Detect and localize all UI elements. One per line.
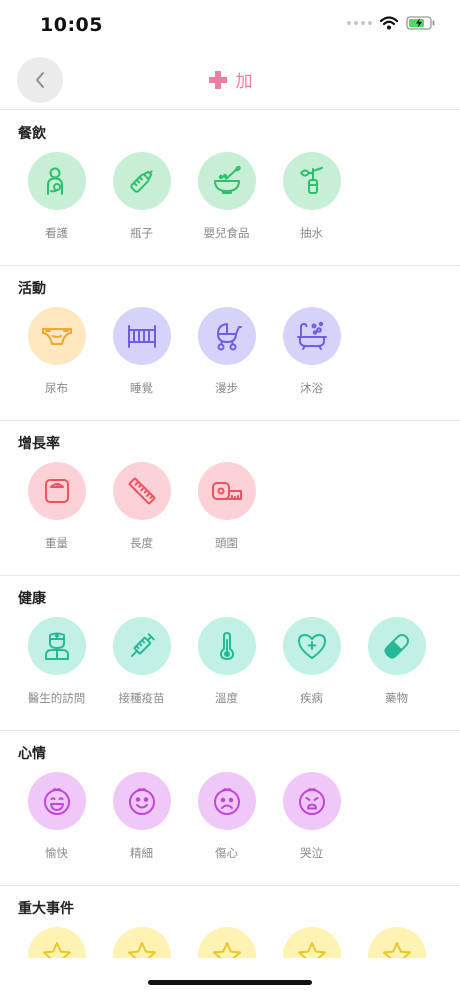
item-head-circumference[interactable]: 頭圍	[184, 462, 269, 551]
star-icon	[212, 942, 241, 958]
diaper-icon	[41, 328, 72, 345]
item-diaper[interactable]: 尿布	[14, 307, 99, 396]
baby-food-icon	[213, 165, 241, 194]
syringe-icon	[130, 633, 155, 657]
crying-face-icon	[298, 788, 325, 815]
tape-measure-icon	[211, 482, 242, 500]
item-label: 藥物	[385, 691, 408, 705]
section-title: 增長率	[18, 436, 60, 452]
item-doctor-visit[interactable]: 醫生的訪問	[14, 617, 99, 706]
star-icon	[127, 942, 156, 958]
home-indicator[interactable]	[148, 980, 312, 985]
item-bottle[interactable]: 瓶子	[99, 152, 184, 241]
item-label: 醫生的訪問	[27, 691, 86, 705]
item-nursing[interactable]: 看護	[14, 152, 99, 241]
nursing-icon	[46, 167, 63, 195]
item-bath[interactable]: 沐浴	[269, 307, 354, 396]
section-title: 餐飲	[18, 126, 46, 142]
item-label: 嬰兒食品	[203, 226, 250, 240]
category-list: 餐飲 看護 瓶子 嬰兒食品 抽水 活動 尿布 睡覺 漫步 沐浴 增長率 重量 長…	[0, 111, 460, 958]
section-title: 活動	[18, 281, 46, 297]
item-label: 疾病	[300, 691, 323, 705]
item-label: 哭泣	[300, 846, 323, 860]
item-milestone[interactable]	[184, 927, 269, 958]
item-milestone[interactable]	[354, 927, 439, 958]
section-growth: 增長率 重量 長度 頭圍	[0, 421, 460, 576]
section-milestones: 重大事件	[0, 886, 460, 958]
item-label: 愉快	[45, 846, 68, 860]
item-walk[interactable]: 漫步	[184, 307, 269, 396]
item-milestone[interactable]	[99, 927, 184, 958]
item-label: 漫步	[215, 381, 238, 395]
crib-icon	[127, 325, 156, 348]
item-label: 瓶子	[130, 226, 153, 240]
item-vaccination[interactable]: 接種疫苗	[99, 617, 184, 706]
star-icon	[42, 942, 71, 958]
cellular-signal-icon	[347, 21, 372, 25]
thermometer-icon	[219, 632, 234, 660]
item-sleep[interactable]: 睡覺	[99, 307, 184, 396]
item-medicine[interactable]: 藥物	[354, 617, 439, 706]
item-crying[interactable]: 哭泣	[269, 772, 354, 861]
bottle-icon	[129, 170, 153, 193]
item-milestone[interactable]	[269, 927, 354, 958]
section-activities: 活動 尿布 睡覺 漫步 沐浴	[0, 266, 460, 421]
section-health: 健康 醫生的訪問 接種疫苗 溫度 疾病 藥物	[0, 576, 460, 731]
item-fine[interactable]: 精細	[99, 772, 184, 861]
item-label: 看護	[45, 226, 68, 240]
item-label: 長度	[130, 536, 153, 550]
status-icons	[347, 16, 436, 30]
item-pump[interactable]: 抽水	[269, 152, 354, 241]
item-label: 傷心	[215, 846, 238, 860]
section-title: 重大事件	[18, 901, 74, 917]
item-label: 抽水	[300, 226, 323, 240]
nav-bar: 加	[0, 50, 460, 110]
stroller-icon	[216, 323, 242, 351]
section-title: 心情	[18, 746, 46, 762]
nav-title: 加	[0, 67, 460, 92]
nav-title-text: 加	[235, 72, 253, 92]
item-label: 睡覺	[130, 381, 153, 395]
status-bar: 10:05	[0, 0, 460, 50]
plus-icon	[208, 70, 227, 89]
item-length[interactable]: 長度	[99, 462, 184, 551]
status-time: 10:05	[40, 14, 103, 36]
happy-face-icon	[43, 788, 70, 815]
item-label: 接種疫苗	[118, 691, 165, 705]
pill-icon	[383, 634, 409, 659]
ruler-icon	[128, 477, 155, 505]
smile-face-icon	[128, 788, 155, 815]
item-label: 重量	[45, 536, 68, 550]
bathtub-icon	[296, 321, 327, 350]
section-title: 健康	[18, 591, 46, 607]
sad-face-icon	[213, 788, 240, 815]
item-milestone[interactable]	[14, 927, 99, 958]
item-weight[interactable]: 重量	[14, 462, 99, 551]
item-label: 精細	[130, 846, 153, 860]
item-happy[interactable]: 愉快	[14, 772, 99, 861]
battery-icon	[406, 16, 435, 30]
heart-plus-icon	[297, 634, 326, 659]
item-label: 頭圍	[215, 536, 238, 550]
star-icon	[297, 942, 326, 958]
item-illness[interactable]: 疾病	[269, 617, 354, 706]
item-label: 尿布	[45, 381, 68, 395]
item-sad[interactable]: 傷心	[184, 772, 269, 861]
section-mood: 心情 愉快 精細 傷心 哭泣	[0, 731, 460, 886]
item-baby-food[interactable]: 嬰兒食品	[184, 152, 269, 241]
item-label: 沐浴	[300, 381, 323, 395]
scale-icon	[44, 479, 69, 503]
item-label: 溫度	[215, 691, 238, 705]
section-feeding: 餐飲 看護 瓶子 嬰兒食品 抽水	[0, 111, 460, 266]
doctor-icon	[44, 632, 69, 660]
star-icon	[382, 942, 411, 958]
wifi-icon	[380, 16, 398, 30]
breast-pump-icon	[299, 167, 323, 194]
item-temperature[interactable]: 溫度	[184, 617, 269, 706]
